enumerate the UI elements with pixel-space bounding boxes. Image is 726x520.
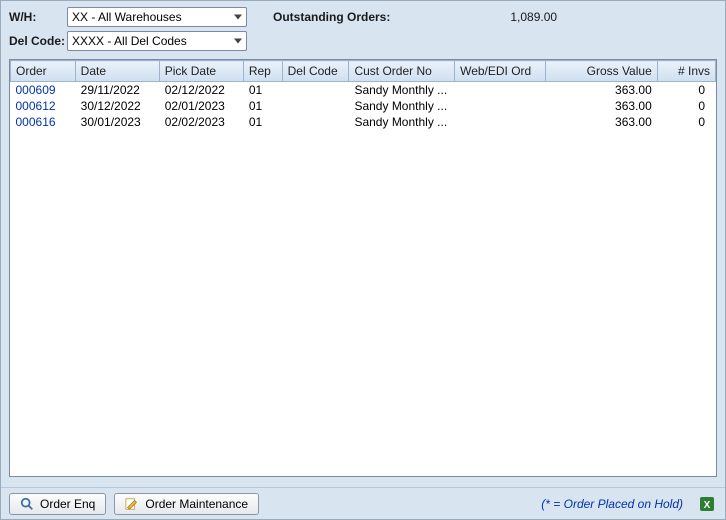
cell-gross: 363.00: [545, 98, 657, 114]
cell-rep: 01: [243, 114, 282, 130]
svg-text:X: X: [704, 500, 711, 511]
cell-del-code: [282, 98, 349, 114]
delcode-combo-value: XXXX - All Del Codes: [72, 34, 187, 48]
cell-order[interactable]: 000616: [11, 114, 76, 130]
col-del-code[interactable]: Del Code: [282, 61, 349, 82]
cell-rep: 01: [243, 82, 282, 99]
cell-cust-order: Sandy Monthly ...: [349, 114, 455, 130]
cell-pick-date: 02/01/2023: [159, 98, 243, 114]
col-web-edi[interactable]: Web/EDI Ord: [455, 61, 546, 82]
delcode-combo[interactable]: XXXX - All Del Codes: [67, 31, 247, 51]
cell-web-edi: [455, 82, 546, 99]
cell-invs: 0: [657, 114, 715, 130]
order-maintenance-label: Order Maintenance: [145, 497, 248, 511]
delcode-label: Del Code:: [9, 34, 67, 48]
cell-del-code: [282, 114, 349, 130]
cell-order[interactable]: 000612: [11, 98, 76, 114]
cell-pick-date: 02/02/2023: [159, 114, 243, 130]
table-row[interactable]: 00061630/01/202302/02/202301 Sandy Monthl…: [11, 114, 716, 130]
cell-pick-date: 02/12/2022: [159, 82, 243, 99]
table-row[interactable]: 00061230/12/202202/01/202301 Sandy Monthl…: [11, 98, 716, 114]
hold-legend: (* = Order Placed on Hold): [541, 497, 683, 511]
cell-del-code: [282, 82, 349, 99]
edit-icon: [125, 497, 139, 511]
col-rep[interactable]: Rep: [243, 61, 282, 82]
col-cust-order[interactable]: Cust Order No: [349, 61, 455, 82]
outstanding-value: 1,089.00: [510, 10, 557, 24]
col-gross[interactable]: Gross Value: [545, 61, 657, 82]
cell-rep: 01: [243, 98, 282, 114]
cell-cust-order: Sandy Monthly ...: [349, 82, 455, 99]
col-order[interactable]: Order: [11, 61, 76, 82]
order-maintenance-button[interactable]: Order Maintenance: [114, 493, 259, 515]
col-invs[interactable]: # Invs: [657, 61, 715, 82]
outstanding-label: Outstanding Orders:: [273, 10, 390, 24]
excel-export-button[interactable]: X: [697, 494, 717, 514]
cell-web-edi: [455, 114, 546, 130]
order-enq-button[interactable]: Order Enq: [9, 493, 106, 515]
orders-grid[interactable]: Order Date Pick Date Rep Del Code Cust O…: [9, 59, 717, 477]
cell-date: 30/01/2023: [75, 114, 159, 130]
wh-combo-value: XX - All Warehouses: [72, 10, 182, 24]
cell-invs: 0: [657, 82, 715, 99]
table-row[interactable]: 00060929/11/202202/12/202201 Sandy Monthl…: [11, 82, 716, 99]
chevron-down-icon: [234, 39, 242, 44]
order-enq-label: Order Enq: [40, 497, 95, 511]
grid-header-row: Order Date Pick Date Rep Del Code Cust O…: [11, 61, 716, 82]
cell-web-edi: [455, 98, 546, 114]
col-pick-date[interactable]: Pick Date: [159, 61, 243, 82]
cell-date: 29/11/2022: [75, 82, 159, 99]
chevron-down-icon: [234, 15, 242, 20]
cell-gross: 363.00: [545, 114, 657, 130]
excel-export-icon: X: [699, 496, 715, 512]
cell-invs: 0: [657, 98, 715, 114]
cell-order[interactable]: 000609: [11, 82, 76, 99]
wh-combo[interactable]: XX - All Warehouses: [67, 7, 247, 27]
col-date[interactable]: Date: [75, 61, 159, 82]
cell-cust-order: Sandy Monthly ...: [349, 98, 455, 114]
cell-gross: 363.00: [545, 82, 657, 99]
cell-date: 30/12/2022: [75, 98, 159, 114]
search-icon: [20, 497, 34, 511]
wh-label: W/H:: [9, 10, 67, 24]
